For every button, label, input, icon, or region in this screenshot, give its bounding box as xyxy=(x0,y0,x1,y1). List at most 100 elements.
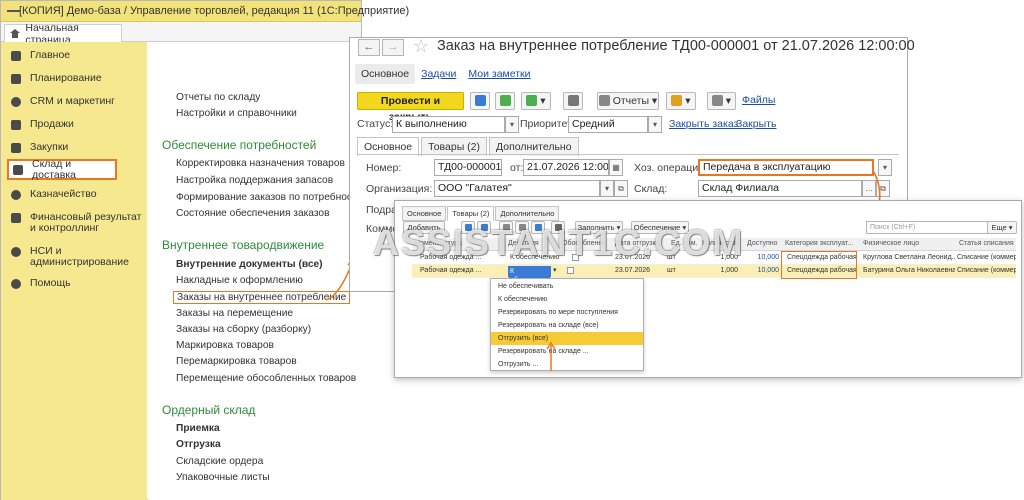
print-button[interactable] xyxy=(563,92,583,110)
more-button[interactable]: Еще ▾ xyxy=(987,221,1017,234)
sidebar: Главное Планирование CRM и маркетинг Про… xyxy=(1,42,147,500)
menu-item-selected[interactable]: Отгрузить (все) xyxy=(491,332,643,345)
date-field[interactable]: 21.07.2026 12:00:00 xyxy=(523,159,609,176)
goods-tabs: Основное Товары (2) Дополнительно xyxy=(402,206,560,221)
sidebar-item-finance[interactable]: Финансовый результат и контроллинг xyxy=(1,211,147,234)
sidebar-item-label: Планирование xyxy=(30,72,102,84)
status-dropdown[interactable]: ▾ xyxy=(505,116,519,133)
section-link[interactable]: Формирование заказов по потребностям xyxy=(176,192,369,203)
cell-available: 10,000 xyxy=(757,267,779,274)
tab-tasks[interactable]: Задачи xyxy=(415,64,462,84)
organization-dropdown[interactable]: ▾ xyxy=(600,180,614,197)
column-header[interactable]: Доступно xyxy=(747,238,787,250)
sidebar-item-help[interactable]: Помощь xyxy=(1,277,147,289)
organization-open[interactable]: ⧉ xyxy=(614,180,628,197)
column-header[interactable]: Категория эксплуат... xyxy=(785,238,857,250)
forward-button[interactable]: → xyxy=(382,39,404,56)
section-heading: Внутреннее товародвижение xyxy=(162,238,325,252)
watermark: ASSISTANT1C.COM xyxy=(373,222,745,263)
close-link[interactable]: Закрыть xyxy=(736,118,776,130)
number-field[interactable]: ТД00-000001 xyxy=(434,159,502,176)
menu-item[interactable]: Не обеспечивать xyxy=(491,280,643,293)
link-warehouse-reports[interactable]: Отчеты по складу xyxy=(176,92,260,103)
search-input[interactable]: Поиск (Ctrl+F) xyxy=(866,221,991,234)
operation-field[interactable]: Передача в эксплуатацию xyxy=(698,159,874,176)
sidebar-item-sales[interactable]: Продажи xyxy=(1,118,147,130)
sidebar-item-main[interactable]: Главное xyxy=(1,49,147,61)
pointer-arrow-menu xyxy=(546,341,556,371)
sidebar-item-planning[interactable]: Планирование xyxy=(1,72,147,84)
sidebar-item-crm[interactable]: CRM и маркетинг xyxy=(1,95,147,107)
sidebar-item-warehouse[interactable]: Склад и доставка xyxy=(7,159,117,181)
gear-icon xyxy=(11,247,21,257)
category-highlight xyxy=(781,251,857,279)
tab-divider xyxy=(357,154,899,155)
menu-item[interactable]: Резервировать на складе (все) xyxy=(491,319,643,332)
section-link[interactable]: Состояние обеспечения заказов xyxy=(176,208,330,219)
menu-item[interactable]: К обеспечению xyxy=(491,293,643,306)
link-settings[interactable]: Настройки и справочники xyxy=(176,108,297,119)
files-link[interactable]: Файлы xyxy=(742,94,775,106)
sidebar-item-label: Закупки xyxy=(30,141,69,153)
section-link[interactable]: Настройка поддержания запасов xyxy=(176,175,333,186)
section-link[interactable]: Перемаркировка товаров xyxy=(176,356,297,367)
post-button[interactable] xyxy=(495,92,515,110)
star-icon[interactable]: ☆ xyxy=(413,36,429,57)
section-link[interactable]: Заказы на сборку (разборку) xyxy=(176,324,311,335)
cell-quantity: 1,000 xyxy=(720,267,738,274)
tab-main[interactable]: Основное xyxy=(355,64,416,84)
related-button[interactable]: ▾ xyxy=(666,92,696,110)
section-link[interactable]: Складские ордера xyxy=(176,456,263,467)
table-row-selected[interactable]: Рабочая одежда ... К обеспечен ▾ 23.07.2… xyxy=(412,265,1016,285)
help-icon xyxy=(11,279,21,289)
chart-icon xyxy=(11,74,21,84)
tab-extra[interactable]: Дополнительно xyxy=(495,206,560,221)
action-editor[interactable]: К обеспечен xyxy=(508,266,551,285)
post-and-close-button[interactable]: Провести и закрыть xyxy=(357,92,464,123)
cell-article: Списание (коммерч.) xyxy=(957,267,1016,274)
section-link[interactable]: Маркировка товаров xyxy=(176,340,274,351)
calendar-button[interactable]: ▦ xyxy=(609,159,623,176)
section-link[interactable]: Заказы на перемещение xyxy=(176,308,293,319)
sidebar-item-label: Казначейство xyxy=(30,188,97,200)
finance-icon xyxy=(11,213,21,223)
save-button[interactable] xyxy=(470,92,490,110)
status-field[interactable]: К выполнению xyxy=(392,116,505,133)
sidebar-item-nsi[interactable]: НСИ и администрирование xyxy=(1,245,147,268)
sidebar-item-treasury[interactable]: Казначейство xyxy=(1,188,147,200)
reports-button[interactable]: Отчеты ▾ xyxy=(597,92,659,110)
priority-dropdown[interactable]: ▾ xyxy=(648,116,662,133)
tab-home[interactable]: Начальная страница xyxy=(4,22,122,46)
priority-field[interactable]: Средний xyxy=(568,116,648,133)
home-icon xyxy=(10,29,21,38)
menu-item[interactable]: Отгрузить ... xyxy=(491,358,643,371)
menu-item[interactable]: Резервировать по мере поступления xyxy=(491,306,643,319)
tab-notes[interactable]: Мои заметки xyxy=(462,64,536,84)
editor-dropdown-icon[interactable]: ▾ xyxy=(553,265,561,277)
close-order-link[interactable]: Закрыть заказ xyxy=(669,118,738,130)
back-button[interactable]: ← xyxy=(358,39,380,56)
attach-button[interactable]: ▾ xyxy=(707,92,736,110)
number-label: Номер: xyxy=(366,162,402,174)
section-link[interactable]: Приемка xyxy=(176,423,220,434)
section-link[interactable]: Внутренние документы (все) xyxy=(176,259,323,270)
section-link[interactable]: Отгрузка xyxy=(176,439,221,450)
tab-goods[interactable]: Товары (2) xyxy=(447,206,495,221)
sidebar-item-label: НСИ и администрирование xyxy=(30,245,129,268)
tab-basic[interactable]: Основное xyxy=(402,206,447,221)
section-link[interactable]: Накладные к оформлению xyxy=(176,275,303,286)
section-link[interactable]: Перемещение обособленных товаров xyxy=(176,373,356,384)
warehouse-field[interactable]: Склад Филиала xyxy=(698,180,862,197)
organization-field[interactable]: ООО "Галатея" xyxy=(434,180,600,197)
checkbox-separate[interactable] xyxy=(567,267,574,274)
cart-icon xyxy=(11,143,21,153)
create-based-button[interactable]: ▾ xyxy=(521,92,551,110)
menu-item[interactable]: Резервировать на складе ... xyxy=(491,345,643,358)
column-header[interactable]: Физическое лицо xyxy=(863,238,953,250)
cell-person: Круглова Светлана Леонид... xyxy=(863,254,955,261)
section-link[interactable]: Упаковочные листы xyxy=(176,472,270,483)
document-title: Заказ на внутреннее потребление ТД00-000… xyxy=(437,38,915,54)
sidebar-item-purchases[interactable]: Закупки xyxy=(1,141,147,153)
section-link[interactable]: Корректировка назначения товаров xyxy=(176,158,345,169)
column-header[interactable]: Статья списания xyxy=(959,238,1016,250)
